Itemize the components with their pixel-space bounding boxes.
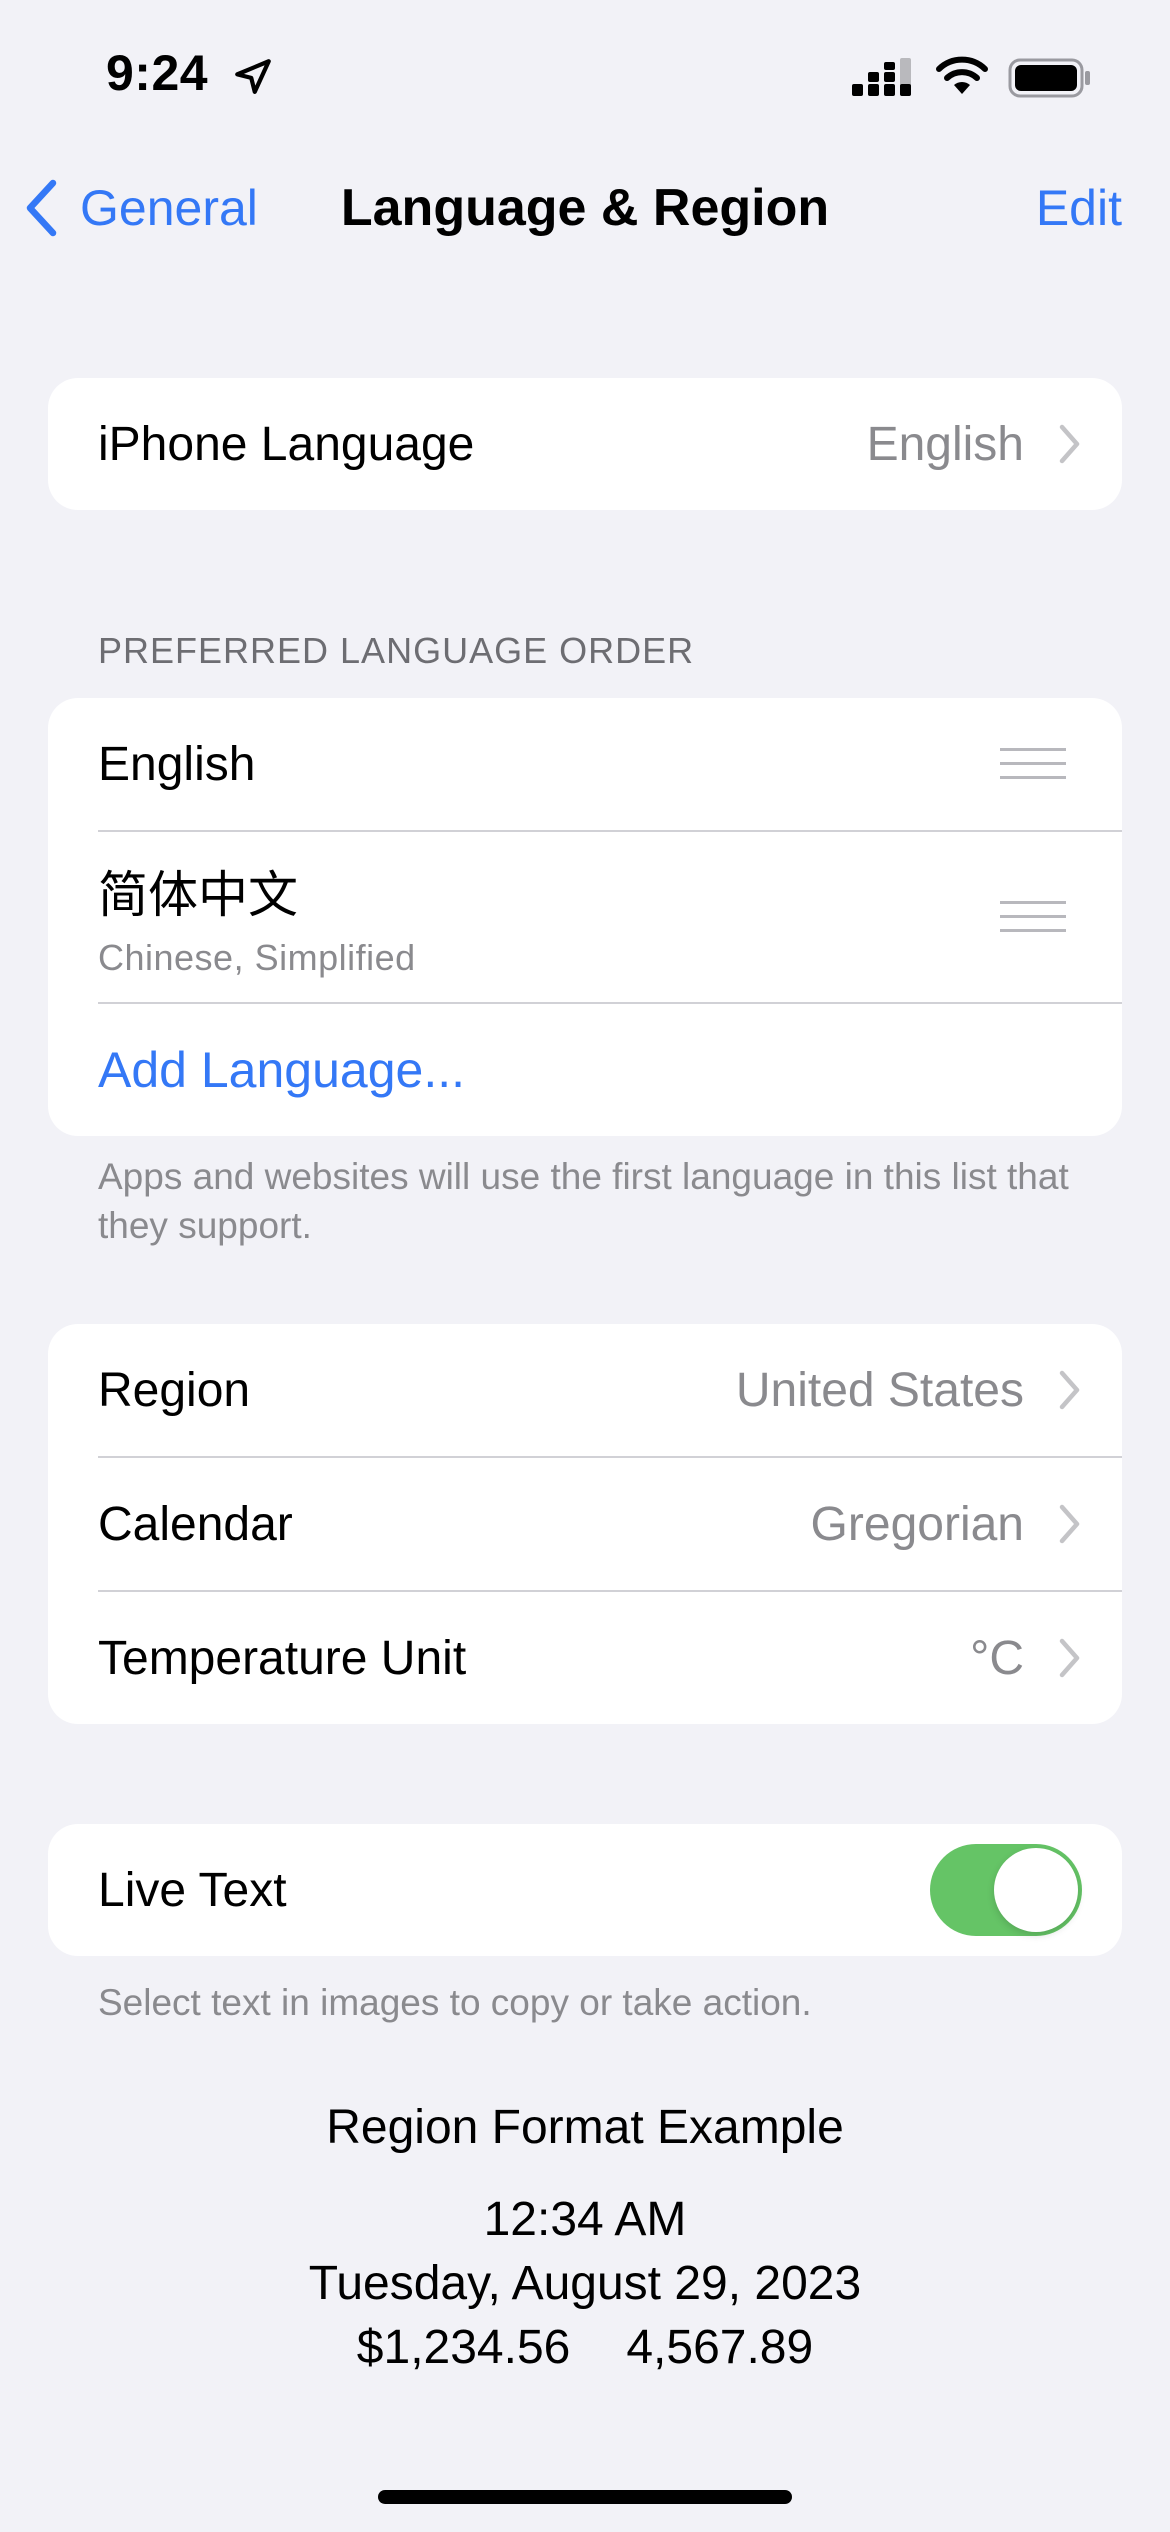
- live-text-row: Live Text: [48, 1824, 1122, 1956]
- chevron-right-icon: [1059, 1370, 1080, 1410]
- calendar-row[interactable]: Calendar Gregorian: [48, 1458, 1122, 1590]
- format-example-time: 12:34 AM: [483, 2193, 687, 2246]
- region-label: Region: [98, 1363, 251, 1417]
- calendar-value: Gregorian: [810, 1497, 1024, 1551]
- calendar-label: Calendar: [98, 1497, 293, 1551]
- temperature-unit-label: Temperature Unit: [98, 1631, 467, 1685]
- live-text-group: Live Text: [48, 1824, 1122, 1956]
- location-arrow-icon: [235, 59, 271, 94]
- live-text-footer-note: Select text in images to copy or take ac…: [98, 1982, 812, 2023]
- iphone-language-value: English: [866, 417, 1024, 471]
- wifi-icon: [936, 56, 988, 94]
- language-name: 简体中文: [98, 867, 298, 923]
- iphone-language-group: iPhone Language English: [48, 378, 1122, 510]
- add-language-row[interactable]: Add Language...: [48, 1004, 1122, 1136]
- live-text-label: Live Text: [98, 1863, 287, 1917]
- format-example-number: 4,567.89: [626, 2321, 814, 2374]
- drag-handle-icon[interactable]: [1000, 901, 1066, 933]
- format-example-title: Region Format Example: [326, 2101, 844, 2154]
- cellular-signal-icon: [852, 58, 911, 96]
- chevron-right-icon: [1059, 1504, 1080, 1544]
- format-example-date: Tuesday, August 29, 2023: [308, 2257, 862, 2310]
- home-indicator[interactable]: [378, 2490, 792, 2504]
- language-subtitle: Chinese, Simplified: [98, 937, 416, 978]
- chevron-right-icon: [1059, 424, 1080, 464]
- region-row[interactable]: Region United States: [48, 1324, 1122, 1456]
- add-language-button[interactable]: Add Language...: [98, 1041, 465, 1099]
- format-example-currency: $1,234.56: [356, 2321, 571, 2374]
- status-time: 9:24: [106, 45, 209, 101]
- drag-handle-icon[interactable]: [1000, 748, 1066, 780]
- language-row-english[interactable]: English: [48, 698, 1122, 830]
- preferred-language-group: English 简体中文 Chinese, Simplified Add Lan…: [48, 698, 1122, 1136]
- region-value: United States: [735, 1363, 1024, 1417]
- chevron-right-icon: [1059, 1638, 1080, 1678]
- back-button[interactable]: General: [24, 168, 258, 248]
- temperature-unit-value: °C: [970, 1631, 1024, 1685]
- language-name: English: [98, 737, 256, 791]
- battery-icon: [1008, 58, 1090, 98]
- format-example-numbers: $1,234.56 4,567.89: [0, 2320, 1170, 2375]
- iphone-language-label: iPhone Language: [98, 417, 475, 471]
- region-settings-group: Region United States Calendar Gregorian …: [48, 1324, 1122, 1724]
- edit-button[interactable]: Edit: [1036, 168, 1122, 248]
- language-row-chinese[interactable]: 简体中文 Chinese, Simplified: [48, 832, 1122, 1002]
- iphone-language-row[interactable]: iPhone Language English: [48, 378, 1122, 510]
- toggle-knob: [994, 1848, 1078, 1932]
- chevron-left-icon: [26, 179, 57, 237]
- language-footer-note: Apps and websites will use the first lan…: [98, 1156, 1069, 1246]
- preferred-language-header: PREFERRED LANGUAGE ORDER: [98, 630, 695, 671]
- live-text-toggle[interactable]: [930, 1844, 1082, 1936]
- back-button-label: General: [80, 180, 258, 236]
- temperature-unit-row[interactable]: Temperature Unit °C: [48, 1592, 1122, 1724]
